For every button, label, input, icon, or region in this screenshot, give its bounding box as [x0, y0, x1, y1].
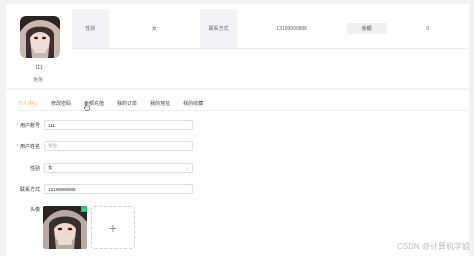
gender-info-value: 女 — [151, 26, 157, 32]
gender-select[interactable]: 女 ⌄ — [44, 163, 193, 173]
phone-input[interactable]: 13199999888 — [44, 184, 193, 194]
chevron-down-icon: ⌄ — [185, 165, 189, 170]
account-input[interactable]: 111 — [44, 120, 193, 130]
name-row: * 用户姓名 兔兔 — [14, 141, 193, 151]
account-label: * 用户账号 — [16, 122, 40, 129]
gender-select-value: 女 — [48, 165, 53, 170]
tab-my-address[interactable]: 我的地址 — [150, 100, 170, 107]
phone-info-label: 联系方式 — [200, 9, 237, 48]
avatar — [20, 16, 60, 58]
phone-info-value: 13199999888 — [276, 25, 307, 32]
avatar-row: 头像 — [14, 206, 44, 213]
gender-label: 性别 — [29, 165, 40, 172]
info-row: 性别 女 联系方式 13199999888 余额 0 — [72, 9, 469, 49]
tab-profile[interactable]: 个人中心 — [18, 100, 38, 107]
name-input[interactable]: 兔兔 — [44, 141, 193, 151]
tab-my-favorites[interactable]: 我的收藏 — [183, 100, 203, 107]
balance-button[interactable]: 余额 — [346, 23, 387, 34]
main-panel: 个人中心 修改密码 余额充值 我的订单 我的地址 我的收藏 * 用户账号 111… — [6, 90, 469, 256]
user-nickname-text: 兔兔 — [33, 77, 44, 83]
watermark: CSDN @计算机学姐 — [396, 242, 470, 251]
avatar-upload-preview[interactable]: ✓ — [43, 206, 87, 249]
gender-row: 性别 女 ⌄ — [14, 163, 193, 173]
phone-row: 联系方式 13199999888 — [14, 184, 193, 194]
plus-icon: + — [108, 219, 118, 236]
gender-info-label: 性别 — [72, 9, 109, 48]
tab-bar: 个人中心 修改密码 余额充值 我的订单 我的地址 我的收藏 — [18, 100, 203, 107]
check-icon: ✓ — [81, 206, 87, 212]
user-id-text: 111 — [35, 65, 43, 71]
upload-add-button[interactable]: + — [91, 206, 135, 249]
profile-card: 111 兔兔 性别 女 联系方式 13199999888 余额 0 — [6, 4, 469, 88]
tab-change-password[interactable]: 修改密码 — [51, 100, 71, 107]
tab-my-orders[interactable]: 我的订单 — [117, 100, 137, 107]
name-label: * 用户姓名 — [16, 143, 40, 150]
avatar-label: 头像 — [29, 207, 40, 213]
account-row: * 用户账号 111 — [14, 120, 193, 130]
hand-cursor-icon — [84, 102, 90, 111]
phone-label: 联系方式 — [19, 186, 40, 193]
balance-value: 0 — [426, 25, 430, 32]
